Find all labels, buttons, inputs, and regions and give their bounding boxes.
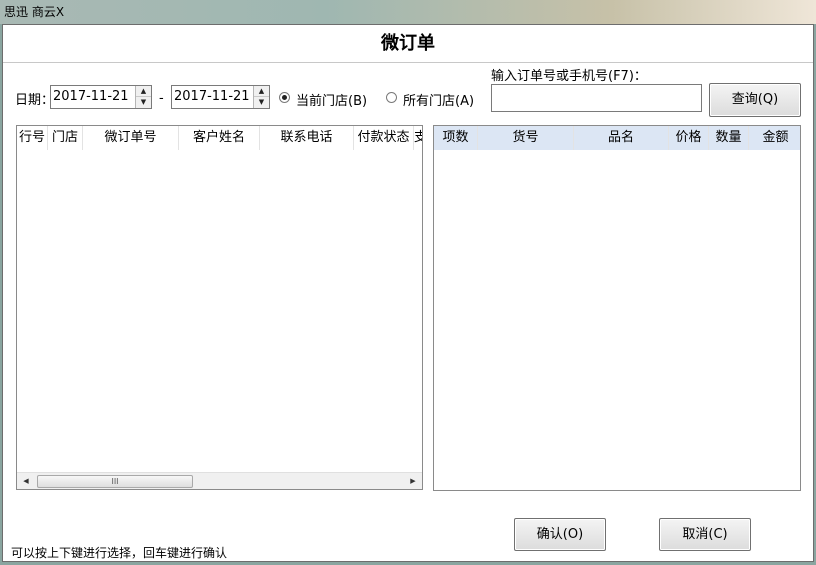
column-header-amount[interactable]: 金额 [749,126,800,150]
order-detail-table[interactable]: 项数 货号 品名 价格 数量 金额 [433,125,801,491]
up-arrow-icon[interactable]: ▲ [136,86,151,97]
date-from-spinner[interactable]: ▲ ▼ [135,86,151,108]
all-stores-radio[interactable] [386,92,397,103]
column-header-price[interactable]: 价格 [669,126,709,150]
query-button[interactable]: 查询(Q) [709,83,801,117]
confirm-button[interactable]: 确认(O) [514,518,606,551]
horizontal-scrollbar[interactable]: ◀ III ▶ [17,472,422,489]
column-header-order-no[interactable]: 微订单号 [83,126,179,150]
date-label: 日期： [15,93,55,108]
date-to-picker[interactable]: 2017-11-21 ▲ ▼ [171,85,270,109]
column-header-item-count[interactable]: 项数 [434,126,478,150]
column-header-payment-status[interactable]: 付款状态 [354,126,414,150]
column-header-store[interactable]: 门店 [48,126,83,150]
date-to-spinner[interactable]: ▲ ▼ [253,86,269,108]
column-header-truncated[interactable]: 支 [414,126,422,150]
column-header-phone[interactable]: 联系电话 [260,126,354,150]
date-to-value: 2017-11-21 [174,89,250,104]
right-arrow-icon[interactable]: ▶ [406,475,420,488]
search-label: 输入订单号或手机号(F7)： [491,69,647,84]
left-arrow-icon[interactable]: ◀ [19,475,33,488]
column-header-item-code[interactable]: 货号 [478,126,574,150]
micro-order-dialog: 微订单 日期： 2017-11-21 ▲ ▼ - 2017-11-21 ▲ ▼ … [2,24,814,562]
order-list-table[interactable]: 行号 门店 微订单号 客户姓名 联系电话 付款状态 支 ◀ III ▶ [16,125,423,490]
dialog-title: 微订单 [3,25,813,63]
up-arrow-icon[interactable]: ▲ [254,86,269,97]
date-separator: - [159,91,164,106]
current-store-label[interactable]: 当前门店(B) [296,90,367,109]
app-background-strip: 思迅 商云X [0,0,816,24]
order-search-input[interactable] [491,84,702,112]
date-from-value: 2017-11-21 [53,89,129,104]
column-header-product-name[interactable]: 品名 [574,126,669,150]
column-header-quantity[interactable]: 数量 [709,126,749,150]
date-from-picker[interactable]: 2017-11-21 ▲ ▼ [50,85,152,109]
down-arrow-icon[interactable]: ▼ [254,97,269,108]
all-stores-label[interactable]: 所有门店(A) [403,90,474,109]
current-store-radio[interactable] [279,92,290,103]
column-header-customer-name[interactable]: 客户姓名 [179,126,260,150]
app-title: 思迅 商云X [4,5,65,19]
down-arrow-icon[interactable]: ▼ [136,97,151,108]
cancel-button[interactable]: 取消(C) [659,518,751,551]
column-header-row-no[interactable]: 行号 [17,126,48,150]
scrollbar-thumb[interactable]: III [37,475,193,488]
keyboard-hint: 可以按上下键进行选择，回车键进行确认 [11,546,228,560]
